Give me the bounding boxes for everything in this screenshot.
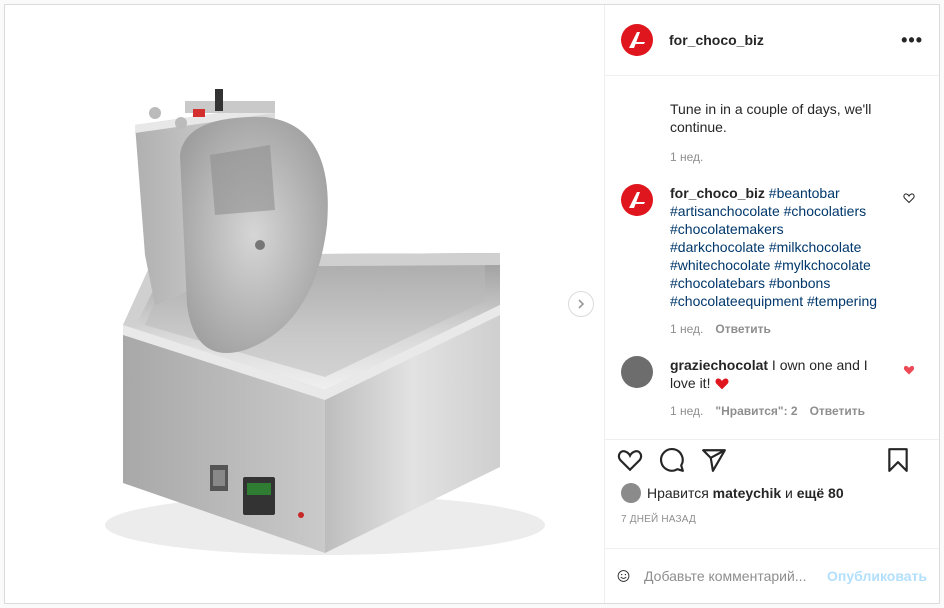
publish-button[interactable]: Опубликовать bbox=[827, 568, 927, 584]
comment-time[interactable]: 1 нед. bbox=[670, 404, 703, 418]
comment-text: Tune in in a couple of days, we'll conti… bbox=[670, 101, 872, 135]
heart-outline-icon[interactable] bbox=[903, 192, 915, 204]
comments-list: Tune in in a couple of days, we'll conti… bbox=[605, 76, 939, 439]
avatar[interactable] bbox=[621, 483, 641, 503]
comment-username[interactable]: graziechocolat bbox=[670, 357, 768, 373]
post-header: for_choco_biz ••• bbox=[605, 5, 939, 76]
likes-user[interactable]: mateychik bbox=[713, 485, 781, 501]
post-date[interactable]: 7 ДНЕЙ НАЗАД bbox=[605, 506, 939, 532]
bookmark-icon[interactable] bbox=[885, 447, 911, 473]
list-item: Tune in in a couple of days, we'll conti… bbox=[670, 92, 923, 164]
comment-hashtags[interactable]: #beantobar #artisanchocolate #chocolatie… bbox=[670, 185, 877, 309]
next-image-button[interactable] bbox=[568, 291, 594, 317]
action-bar bbox=[605, 439, 939, 480]
chocolate-tempering-machine-image bbox=[105, 89, 545, 555]
red-heart-emoji-icon bbox=[715, 378, 729, 390]
heart-filled-icon[interactable] bbox=[903, 364, 915, 376]
comment-input[interactable] bbox=[642, 567, 828, 585]
avatar[interactable] bbox=[621, 356, 653, 388]
likes-prefix: Нравится bbox=[647, 485, 709, 501]
chevron-right-icon bbox=[578, 299, 585, 309]
post-username[interactable]: for_choco_biz bbox=[669, 32, 901, 48]
like-icon[interactable] bbox=[617, 447, 643, 473]
likes-and: и bbox=[785, 485, 793, 501]
list-item: graziechocolat I own one and I love it! … bbox=[621, 356, 923, 418]
comment-likes[interactable]: "Нравится": 2 bbox=[715, 404, 797, 418]
share-icon[interactable] bbox=[701, 447, 727, 473]
post-sidebar: for_choco_biz ••• Tune in in a couple of… bbox=[604, 5, 939, 603]
brand-logo-icon bbox=[629, 192, 645, 208]
likes-summary: Нравится mateychik и ещё 80 bbox=[605, 480, 939, 506]
avatar[interactable] bbox=[621, 184, 653, 216]
post-media[interactable] bbox=[5, 5, 604, 603]
comment-time[interactable]: 1 нед. bbox=[670, 150, 703, 164]
comment-username[interactable]: for_choco_biz bbox=[670, 185, 765, 201]
instagram-post: for_choco_biz ••• Tune in in a couple of… bbox=[4, 4, 940, 604]
likes-rest[interactable]: ещё 80 bbox=[797, 485, 844, 501]
comment-time[interactable]: 1 нед. bbox=[670, 322, 703, 336]
brand-logo-icon bbox=[629, 32, 645, 48]
reply-button[interactable]: Ответить bbox=[810, 404, 865, 418]
emoji-icon[interactable] bbox=[617, 564, 630, 588]
reply-button[interactable]: Ответить bbox=[715, 322, 770, 336]
list-item: for_choco_biz #beantobar #artisanchocola… bbox=[621, 184, 923, 336]
comment-icon[interactable] bbox=[659, 447, 685, 473]
add-comment-bar: Опубликовать bbox=[605, 548, 939, 603]
more-options-icon[interactable]: ••• bbox=[901, 30, 923, 51]
avatar[interactable] bbox=[621, 24, 653, 56]
